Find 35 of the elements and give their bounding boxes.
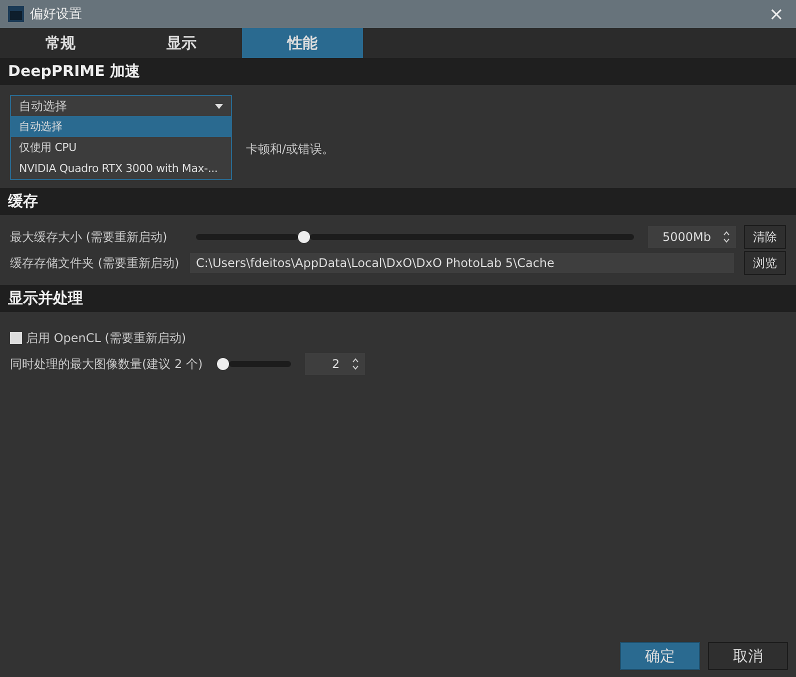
path-field[interactable]: C:\Users\fdeitos\AppData\Local\DxO\DxO PhotoLab 5\Cache — [190, 253, 734, 273]
dropdown-menu[interactable]: 自动选择 自动选择 仅使用 CPU NVIDIA Quadro RTX 3000 with Max-... — [10, 95, 232, 180]
slider-track[interactable] — [196, 234, 298, 240]
hint-text: 卡顿和/或错误。 — [246, 141, 336, 158]
caret-icon — [215, 104, 223, 108]
ok-button[interactable]: 确定 — [620, 642, 700, 670]
window-title: 偏好设置 — [30, 6, 83, 23]
section-header: 缓存 — [0, 188, 796, 215]
slider-track[interactable] — [228, 361, 291, 367]
slider-track[interactable] — [310, 234, 634, 240]
spinner-arrows-icon[interactable] — [352, 357, 359, 371]
field-label: 同时处理的最大图像数量(建议 2 个) — [10, 356, 203, 372]
dropdown-option[interactable]: 仅使用 CPU — [11, 137, 231, 158]
spinner-arrows-icon[interactable] — [723, 230, 730, 244]
slider[interactable] — [216, 358, 291, 370]
clear-button[interactable]: 清除 — [744, 225, 786, 249]
dropdown-value[interactable]: 自动选择 — [11, 96, 231, 116]
field-label: 最大缓存大小 (需要重新启动) — [10, 228, 168, 246]
tab[interactable]: 性能 — [242, 28, 363, 58]
browse-button[interactable]: 浏览 — [744, 251, 786, 275]
checkbox[interactable] — [10, 332, 22, 344]
dropdown-option[interactable]: 自动选择 — [11, 116, 231, 137]
app-logo-icon — [8, 6, 24, 22]
slider-thumb[interactable] — [216, 358, 229, 370]
checkbox-label: 启用 OpenCL (需要重新启动) — [26, 330, 186, 346]
field-label: 缓存存储文件夹 (需要重新启动) — [10, 254, 180, 272]
section-header: 显示并处理 — [0, 285, 796, 312]
section-header: DeepPRIME 加速 — [0, 58, 796, 85]
spin-field[interactable]: 2 — [304, 353, 365, 375]
slider[interactable] — [196, 231, 634, 243]
cancel-button[interactable]: 取消 — [708, 642, 788, 670]
dropdown-option[interactable]: NVIDIA Quadro RTX 3000 with Max-... — [11, 158, 231, 179]
slider-thumb[interactable] — [298, 231, 310, 243]
close-button[interactable]: × — [764, 4, 788, 24]
spin-field[interactable]: 5000Mb — [648, 226, 736, 248]
